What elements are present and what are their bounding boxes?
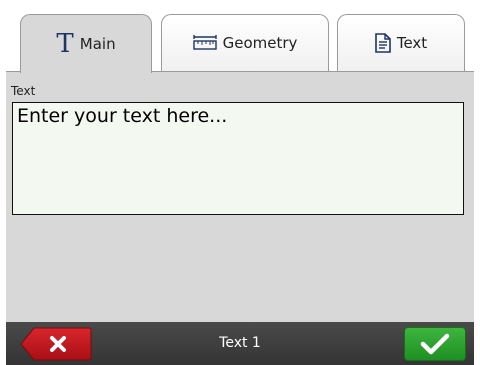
tab-main-label: Main — [79, 35, 116, 53]
tab-text-label: Text — [396, 34, 428, 52]
tab-bar: T Main Geometry Text — [6, 0, 474, 73]
bottom-bar: Text 1 — [6, 322, 474, 365]
text-field-label: Text — [11, 84, 36, 98]
cancel-button[interactable] — [20, 327, 92, 361]
dialog-frame: T Main Geometry Text Text Enter your tex… — [6, 0, 474, 365]
tab-geometry-label: Geometry — [222, 34, 298, 52]
ruler-icon — [192, 35, 217, 51]
object-name: Text 1 — [219, 335, 261, 351]
ok-button[interactable] — [404, 327, 466, 361]
document-icon — [375, 33, 391, 53]
text-input[interactable] — [12, 102, 464, 215]
text-t-icon: T — [56, 29, 74, 59]
checkmark-icon — [420, 333, 450, 355]
tab-geometry[interactable]: Geometry — [161, 14, 329, 71]
tab-main[interactable]: T Main — [20, 14, 152, 73]
tab-text[interactable]: Text — [337, 14, 465, 71]
